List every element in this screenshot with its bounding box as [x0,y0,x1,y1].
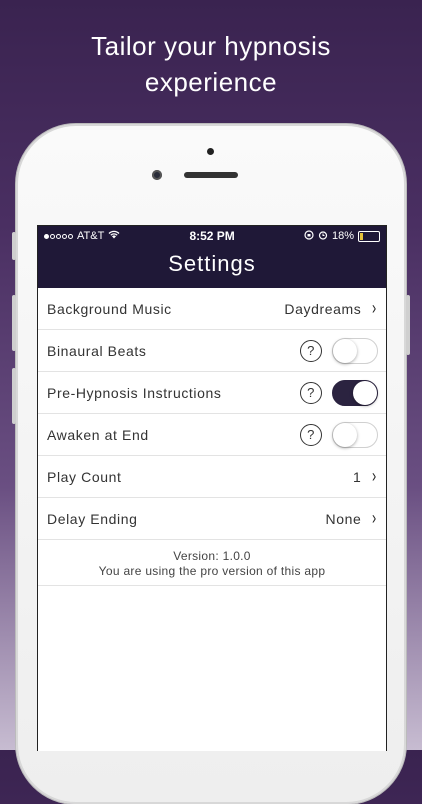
setting-value: None [325,510,362,527]
battery-icon [358,230,380,242]
navigation-bar: AT&T 8:52 PM 18% Settings [38,226,386,288]
pre-hypnosis-instructions-toggle[interactable] [332,379,378,406]
phone-side-button [12,368,16,424]
binaural-beats-toggle[interactable] [332,337,378,364]
front-camera [152,170,162,180]
marketing-headline: Tailor your hypnosis experience [0,28,422,100]
wifi-icon [108,230,120,242]
version-number: Version: 1.0.0 [173,549,251,563]
chevron-right-icon: › [372,298,378,318]
help-icon[interactable]: ? [300,381,322,404]
status-time: 8:52 PM [189,229,235,243]
setting-value: 1 [353,468,362,485]
setting-label: Delay Ending [47,510,138,527]
phone-side-button [12,232,16,260]
chevron-right-icon: › [372,508,378,528]
phone-side-button [406,295,410,355]
signal-strength-icon [44,233,73,239]
help-icon[interactable]: ? [300,339,322,362]
setting-label: Binaural Beats [47,342,147,359]
awaken-at-end-toggle[interactable] [332,421,378,448]
setting-label: Pre-Hypnosis Instructions [47,384,222,401]
help-icon[interactable]: ? [300,423,322,446]
phone-side-button [12,295,16,351]
rotation-lock-icon [304,229,314,243]
chevron-right-icon: › [372,466,378,486]
earpiece-speaker [184,172,238,178]
status-bar: AT&T 8:52 PM 18% [38,226,386,246]
setting-row-pre-hypnosis-instructions: Pre-Hypnosis Instructions ? [38,372,386,414]
pro-version-note: You are using the pro version of this ap… [98,564,326,578]
headline-line-2: experience [144,67,278,97]
setting-label: Awaken at End [47,426,149,443]
carrier-label: AT&T [77,230,105,242]
battery-percent: 18% [331,230,354,242]
setting-label: Background Music [47,300,172,317]
app-screen: AT&T 8:52 PM 18% Settings Background Mus… [37,225,387,751]
setting-row-play-count[interactable]: Play Count 1 › [38,456,386,498]
alarm-icon [318,230,328,243]
setting-value: Daydreams [284,300,362,317]
setting-row-awaken-at-end: Awaken at End ? [38,414,386,456]
front-sensor [207,148,214,155]
version-info: Version: 1.0.0 You are using the pro ver… [38,540,386,586]
setting-row-delay-ending[interactable]: Delay Ending None › [38,498,386,540]
setting-row-background-music[interactable]: Background Music Daydreams › [38,288,386,330]
page-title: Settings [168,251,256,276]
headline-line-1: Tailor your hypnosis [91,31,331,61]
setting-row-binaural-beats: Binaural Beats ? [38,330,386,372]
setting-label: Play Count [47,468,122,485]
